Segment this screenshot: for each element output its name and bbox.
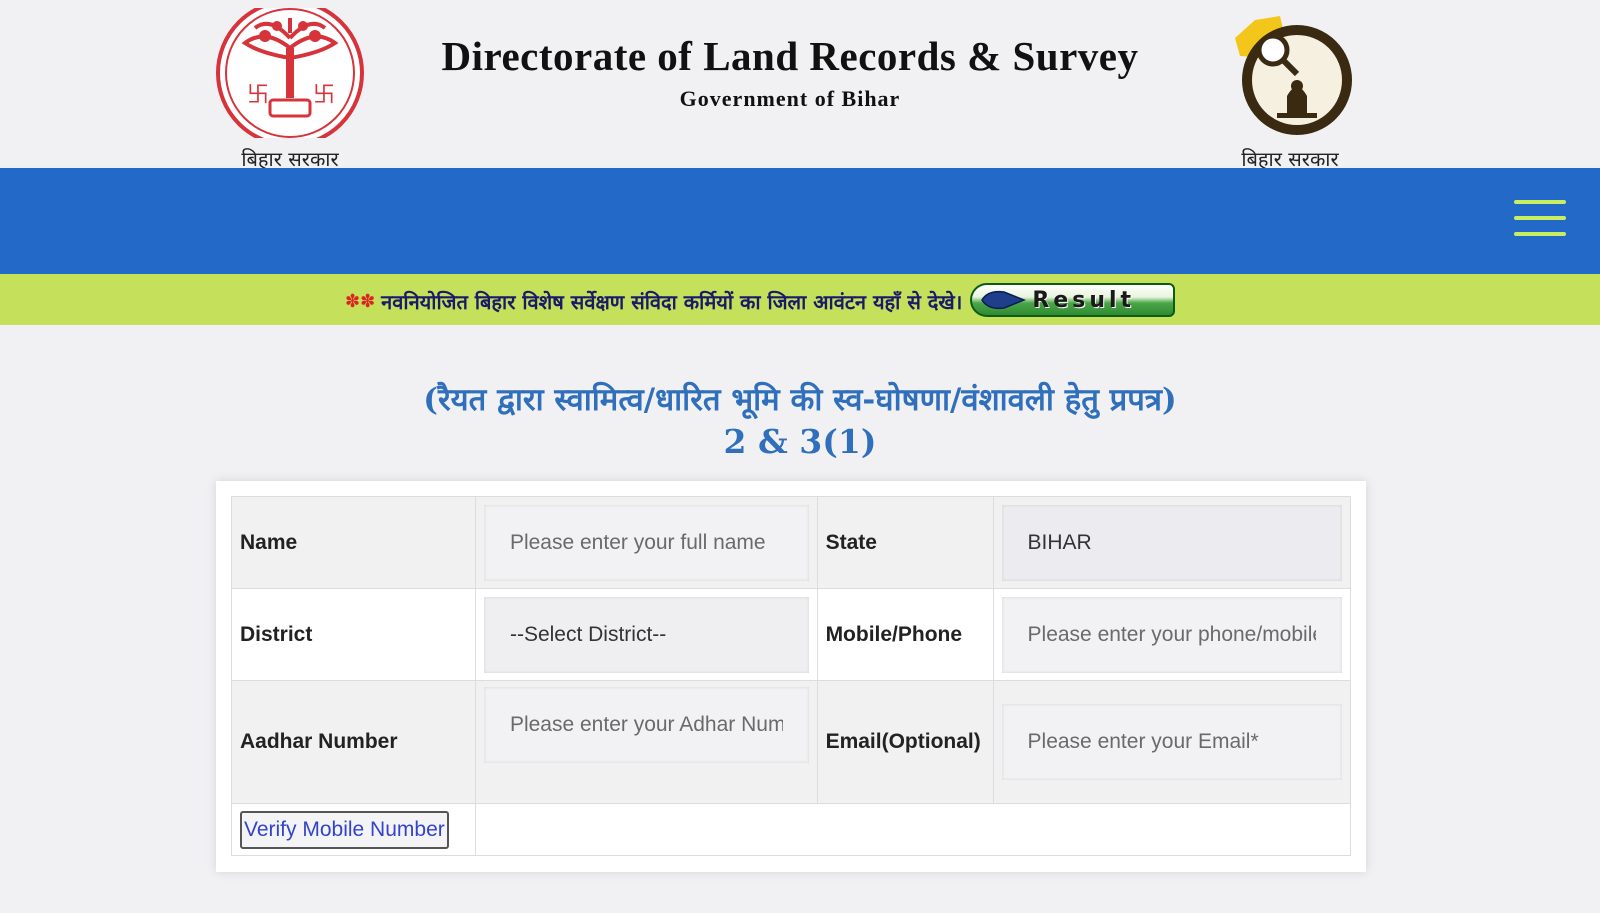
district-select-value: --Select District-- [509, 622, 667, 646]
arrow-icon [981, 290, 1027, 310]
hamburger-line [1514, 200, 1566, 204]
email-input[interactable] [1001, 704, 1342, 780]
mobile-cell [992, 588, 1352, 681]
ticker-content: ✽✽ नवनियोजित बिहार विशेष सर्वेक्षण संविद… [345, 283, 1176, 318]
form-heading-line1: (रैयत द्वारा स्वामित्व/धारित भूमि की स्व… [423, 382, 1177, 418]
ticker-text[interactable]: नवनियोजित बिहार विशेष सर्वेक्षण संविदा क… [381, 288, 962, 315]
verify-mobile-button[interactable]: Verify Mobile Number [240, 810, 449, 849]
aadhar-cell [474, 680, 818, 804]
name-input[interactable] [483, 504, 809, 581]
registration-form: Name State District --Select District-- … [231, 496, 1352, 856]
email-cell [992, 680, 1352, 804]
bihar-emblem-logo: 卐 卐 बिहार सरकार [215, 0, 365, 172]
title-block: Directorate of Land Records & Survey Gov… [380, 32, 1200, 112]
survey-logo: बिहार सरकार [1225, 8, 1355, 172]
form-row: District --Select District-- Mobile/Phon… [231, 588, 1352, 681]
form-row: Aadhar Number Email(Optional) [231, 680, 1352, 804]
name-label: Name [231, 496, 476, 589]
district-label: District [231, 588, 476, 681]
hamburger-menu-icon[interactable] [1514, 200, 1566, 240]
page-subtitle: Government of Bihar [679, 86, 901, 111]
aadhar-input[interactable] [483, 687, 809, 763]
hamburger-line [1514, 216, 1566, 220]
mobile-label: Mobile/Phone [816, 588, 994, 681]
verify-cell: Verify Mobile Number [231, 803, 476, 856]
main-navbar [0, 168, 1600, 274]
svg-text:卐: 卐 [247, 83, 269, 108]
form-heading-line2: 2 & 3(1) [723, 422, 877, 461]
hamburger-line [1514, 232, 1566, 236]
empty-cell [474, 803, 1352, 856]
form-row: Verify Mobile Number [231, 803, 1352, 856]
form-row: Name State [231, 496, 1352, 589]
survey-logo-icon [1235, 16, 1352, 135]
district-cell: --Select District-- [474, 588, 818, 681]
result-button[interactable]: Result [970, 283, 1176, 317]
flag-icon: ✽✽ [345, 290, 376, 311]
email-label: Email(Optional) [816, 680, 994, 804]
result-label: Result [1032, 287, 1136, 313]
bihar-emblem-icon: 卐 卐 [216, 0, 364, 147]
page-title: Directorate of Land Records & Survey [441, 33, 1139, 79]
state-label: State [816, 496, 994, 589]
form-card: Name State District --Select District-- … [216, 481, 1366, 872]
name-cell [474, 496, 818, 589]
form-heading: (रैयत द्वारा स्वामित्व/धारित भूमि की स्व… [0, 378, 1600, 461]
mobile-input[interactable] [1001, 596, 1342, 673]
state-input [1001, 504, 1342, 581]
site-header: 卐 卐 बिहार सरकार Directorate of Land Reco… [0, 0, 1600, 171]
state-cell [992, 496, 1352, 589]
announcement-ticker: ✽✽ नवनियोजित बिहार विशेष सर्वेक्षण संविद… [0, 274, 1600, 325]
district-select[interactable]: --Select District-- [483, 596, 809, 673]
aadhar-label: Aadhar Number [231, 680, 476, 804]
svg-text:卐: 卐 [313, 83, 335, 108]
